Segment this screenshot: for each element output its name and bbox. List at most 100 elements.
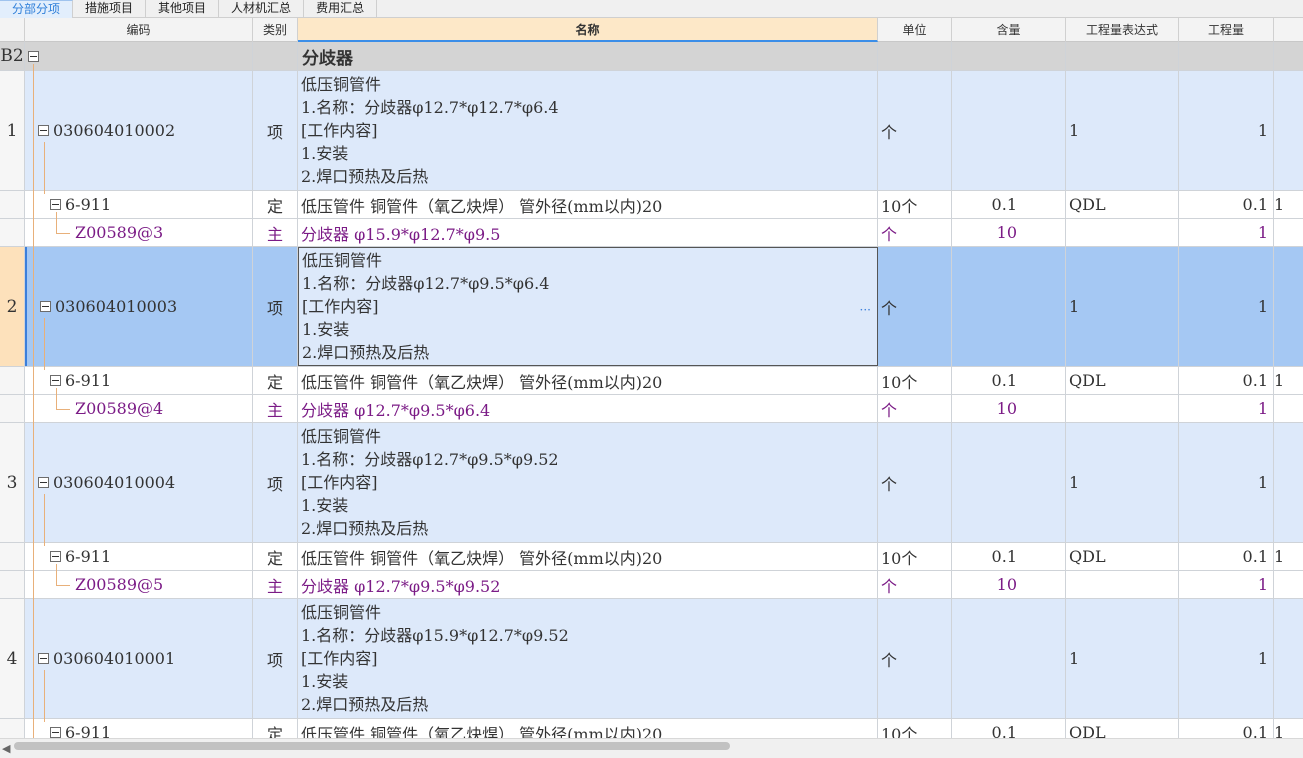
quota-code: 6-911 — [65, 723, 112, 738]
quota-code: 6-911 — [65, 547, 112, 566]
row-content[interactable]: 0.1 — [952, 543, 1066, 570]
row-number: 2 — [0, 247, 25, 366]
row-name: 低压管件 铜管件（氧乙炔焊） 管外径(mm以内)20 — [301, 372, 663, 392]
row-content[interactable]: 10 — [952, 395, 1066, 422]
collapse-toggle-icon[interactable] — [50, 199, 61, 210]
header-name[interactable]: 名称 — [298, 18, 878, 42]
table-row[interactable]: 6-911 定 低压管件 铜管件（氧乙炔焊） 管外径(mm以内)20 10个 0… — [0, 367, 1303, 395]
tree-guide-line — [44, 670, 45, 722]
row-type: 定 — [253, 543, 298, 570]
name-line: 2.焊口预热及后热 — [301, 167, 429, 186]
row-quantity[interactable]: 0.1 — [1179, 367, 1274, 394]
row-quantity[interactable]: 1 — [1179, 395, 1274, 422]
row-quantity[interactable]: 0.1 — [1179, 191, 1274, 218]
row-quantity[interactable]: 0.1 — [1179, 719, 1274, 738]
row-quantity[interactable]: 0.1 — [1179, 543, 1274, 570]
table-row[interactable]: 1 030604010002 项 低压铜管件 1.名称：分歧器φ12.7*φ12… — [0, 71, 1303, 191]
name-line: 低压铜管件 — [301, 75, 382, 94]
row-content[interactable]: 10 — [952, 571, 1066, 598]
collapse-toggle-icon[interactable] — [28, 50, 39, 62]
tab-cuoshixiangmu[interactable]: 措施项目 — [73, 0, 147, 18]
name-line: 1.名称：分歧器φ12.7*φ9.5*φ9.52 — [301, 450, 559, 469]
header-type[interactable]: 类别 — [253, 18, 298, 42]
name-line: 1.名称：分歧器φ15.9*φ12.7*φ9.52 — [301, 626, 569, 645]
row-name: 低压管件 铜管件（氧乙炔焊） 管外径(mm以内)20 — [301, 196, 663, 216]
section-number: B2 — [0, 42, 25, 70]
horizontal-scrollbar[interactable]: ◀ — [0, 738, 1303, 758]
row-type: 项 — [253, 423, 298, 542]
bill-code: 030604010002 — [53, 121, 176, 140]
tree-guide-line — [56, 585, 70, 586]
table-row[interactable]: Z00589@3 主 分歧器 φ15.9*φ12.7*φ9.5 个 10 1 — [0, 219, 1303, 247]
header-expression[interactable]: 工程量表达式 — [1066, 18, 1179, 42]
scroll-left-icon[interactable]: ◀ — [2, 742, 10, 755]
row-expression: QDL — [1069, 195, 1106, 214]
row-type: 定 — [253, 719, 298, 738]
row-quantity[interactable]: 1 — [1179, 247, 1274, 366]
tab-qitaxiangmu[interactable]: 其他项目 — [146, 0, 220, 18]
row-content[interactable] — [952, 247, 1066, 366]
tab-fenbufenxiang[interactable]: 分部分项 — [0, 0, 74, 18]
row-unit: 10个 — [881, 724, 918, 739]
tab-rencaiji-summary[interactable]: 人材机汇总 — [219, 0, 305, 18]
collapse-toggle-icon[interactable] — [40, 301, 51, 312]
scrollbar-thumb[interactable] — [14, 742, 730, 750]
collapse-toggle-icon[interactable] — [50, 375, 61, 386]
row-expression: 1 — [1069, 473, 1080, 492]
row-quantity[interactable]: 1 — [1179, 571, 1274, 598]
collapse-toggle-icon[interactable] — [50, 551, 61, 562]
row-name: 低压管件 铜管件（氧乙炔焊） 管外径(mm以内)20 — [301, 724, 663, 739]
more-icon[interactable]: ··· — [860, 303, 871, 317]
row-content[interactable]: 0.1 — [952, 367, 1066, 394]
row-quantity[interactable]: 1 — [1179, 599, 1274, 718]
table-row[interactable]: Z00589@4 主 分歧器 φ12.7*φ9.5*φ6.4 个 10 1 — [0, 395, 1303, 423]
row-quantity[interactable]: 1 — [1179, 423, 1274, 542]
table-row-selected[interactable]: 2 030604010003 项 低压铜管件 1.名称：分歧器φ12.7*φ9.… — [0, 247, 1303, 367]
collapse-toggle-icon[interactable] — [38, 653, 49, 664]
row-content[interactable] — [952, 599, 1066, 718]
row-extra: 1 — [1274, 723, 1285, 738]
row-content[interactable]: 10 — [952, 219, 1066, 246]
tree-guide-line — [56, 388, 57, 410]
row-expression: QDL — [1069, 371, 1106, 390]
row-content[interactable]: 0.1 — [952, 191, 1066, 218]
collapse-toggle-icon[interactable] — [38, 125, 49, 136]
row-type: 定 — [253, 367, 298, 394]
name-line: 1.名称：分歧器φ12.7*φ12.7*φ6.4 — [301, 98, 559, 117]
row-quantity[interactable]: 1 — [1179, 219, 1274, 246]
row-unit: 10个 — [881, 548, 918, 568]
table-row[interactable]: 6-911 定 低压管件 铜管件（氧乙炔焊） 管外径(mm以内)20 10个 0… — [0, 543, 1303, 571]
row-type: 主 — [253, 219, 298, 246]
table-row[interactable]: 6-911 定 低压管件 铜管件（氧乙炔焊） 管外径(mm以内)20 10个 0… — [0, 191, 1303, 219]
table-row[interactable]: 6-911 定 低压管件 铜管件（氧乙炔焊） 管外径(mm以内)20 10个 0… — [0, 719, 1303, 738]
table-row[interactable]: 3 030604010004 项 低压铜管件 1.名称：分歧器φ12.7*φ9.… — [0, 423, 1303, 543]
row-name: 分歧器 φ12.7*φ9.5*φ9.52 — [301, 576, 501, 596]
row-type: 项 — [253, 599, 298, 718]
tree-guide-line — [44, 318, 45, 370]
name-editor-cell[interactable]: 低压铜管件 1.名称：分歧器φ12.7*φ9.5*φ6.4 [工作内容] 1.安… — [298, 247, 878, 366]
name-line: 低压铜管件 — [302, 251, 383, 270]
row-quantity[interactable]: 1 — [1179, 71, 1274, 190]
tab-feiyong-summary[interactable]: 费用汇总 — [304, 0, 378, 18]
header-unit[interactable]: 单位 — [878, 18, 952, 42]
section-row[interactable]: B2 分歧器 — [0, 42, 1303, 71]
bill-code: 030604010004 — [53, 473, 176, 492]
row-content[interactable] — [952, 423, 1066, 542]
table-row[interactable]: 4 030604010001 项 低压铜管件 1.名称：分歧器φ15.9*φ12… — [0, 599, 1303, 719]
row-content[interactable]: 0.1 — [952, 719, 1066, 738]
header-extra[interactable] — [1274, 18, 1303, 42]
row-unit: 个 — [881, 298, 898, 318]
row-number: 1 — [0, 71, 25, 190]
header-code[interactable]: 编码 — [25, 18, 253, 42]
name-line: 1.安装 — [301, 496, 349, 515]
row-content[interactable] — [952, 71, 1066, 190]
tree-guide-line — [44, 142, 45, 194]
collapse-toggle-icon[interactable] — [38, 477, 49, 488]
row-unit: 个 — [881, 650, 898, 670]
header-content[interactable]: 含量 — [952, 18, 1066, 42]
row-expression: 1 — [1069, 649, 1080, 668]
collapse-toggle-icon[interactable] — [50, 727, 61, 738]
material-code: Z00589@3 — [75, 223, 164, 242]
table-row[interactable]: Z00589@5 主 分歧器 φ12.7*φ9.5*φ9.52 个 10 1 — [0, 571, 1303, 599]
header-quantity[interactable]: 工程量 — [1179, 18, 1274, 42]
